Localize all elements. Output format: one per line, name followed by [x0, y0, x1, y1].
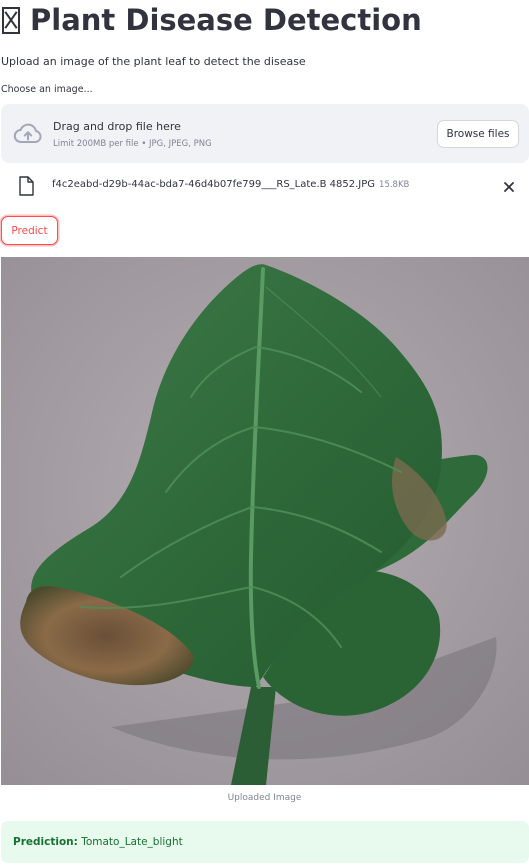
dropzone-instructions: Drag and drop file here [53, 120, 181, 133]
prediction-result: Prediction: Tomato_Late_blight [1, 821, 529, 863]
missing-glyph-icon [2, 6, 20, 34]
dropzone-limits: Limit 200MB per file • JPG, JPEG, PNG [53, 139, 212, 149]
file-size: 15.8KB [379, 180, 410, 190]
file-dropzone[interactable]: Drag and drop file here Limit 200MB per … [1, 104, 529, 163]
page-title-text: Plant Disease Detection [30, 3, 422, 37]
file-uploader-label: Choose an image... [1, 84, 93, 95]
cloud-upload-icon [13, 123, 42, 144]
file-icon [19, 176, 34, 196]
page-title: Plant Disease Detection [2, 0, 422, 40]
predict-button[interactable]: Predict [1, 216, 58, 245]
prediction-label: Prediction: [13, 836, 78, 848]
browse-files-button[interactable]: Browse files [437, 120, 519, 148]
close-icon [504, 182, 514, 192]
leaf-photo [1, 257, 529, 785]
page-description: Upload an image of the plant leaf to det… [1, 55, 306, 68]
image-caption: Uploaded Image [227, 793, 302, 803]
uploaded-file-name: f4c2eabd-d29b-44ac-bda7-46d4b07fe799___R… [52, 178, 409, 192]
file-name-text: f4c2eabd-d29b-44ac-bda7-46d4b07fe799___R… [52, 179, 376, 190]
uploaded-leaf-image [1, 257, 529, 785]
prediction-value: Tomato_Late_blight [81, 836, 183, 848]
uploaded-file-item: f4c2eabd-d29b-44ac-bda7-46d4b07fe799___R… [0, 170, 529, 202]
remove-file-button[interactable] [500, 178, 518, 196]
